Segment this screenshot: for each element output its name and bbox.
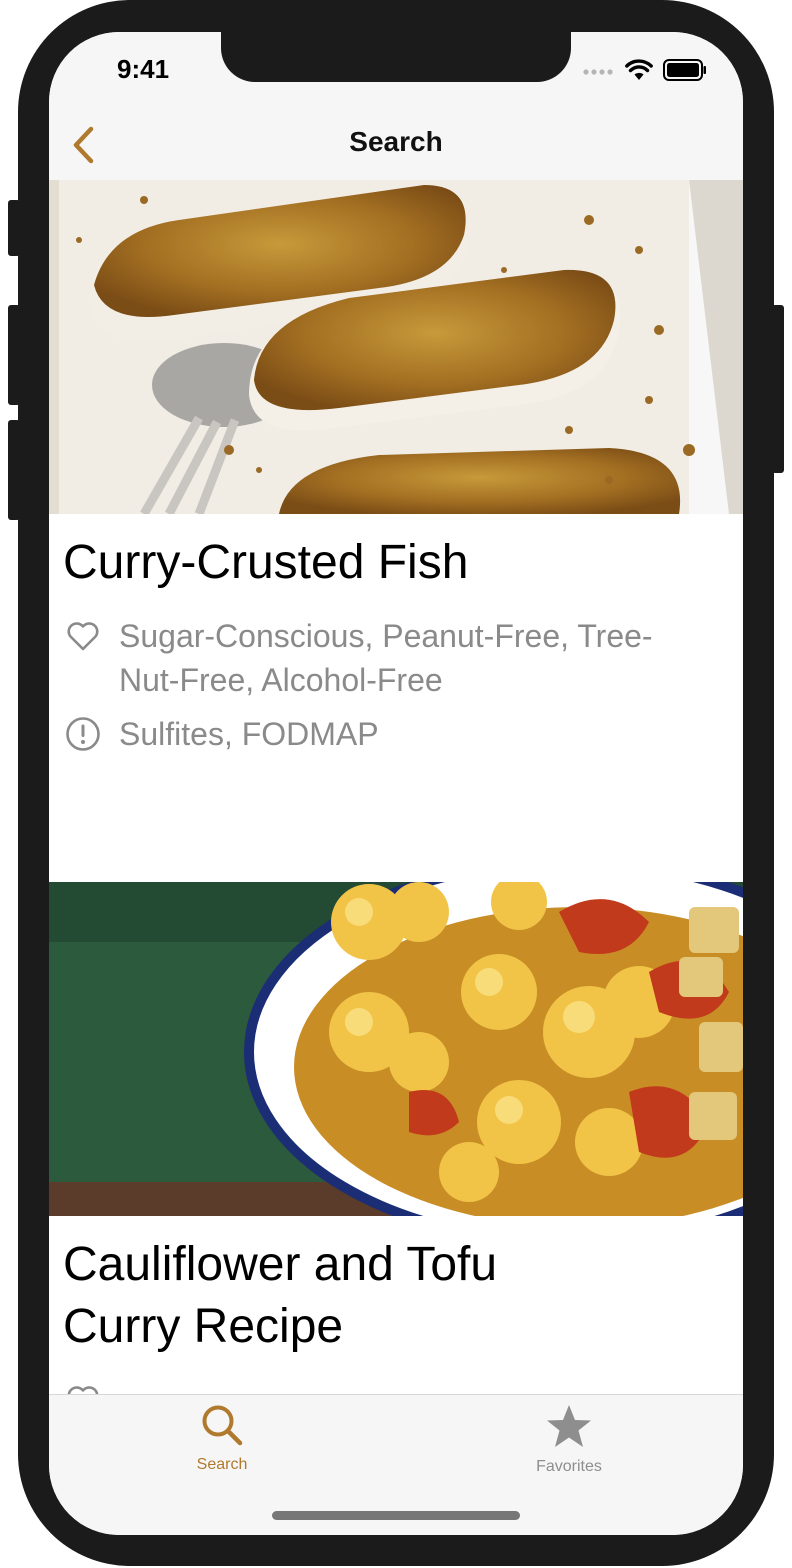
home-indicator: [272, 1511, 520, 1520]
recipe-image-cauliflower: [49, 882, 743, 1216]
cautions-text: Sulfites, FODMAP: [119, 716, 379, 752]
recipe-card[interactable]: Curry-Crusted Fish Sugar-Conscious, Pean…: [49, 180, 743, 882]
tab-search[interactable]: Search: [152, 1403, 292, 1483]
star-icon: [547, 1405, 591, 1447]
cautions-row: Sulfites, FODMAP: [49, 712, 743, 756]
recipe-list[interactable]: Curry-Crusted Fish Sugar-Conscious, Pean…: [49, 180, 743, 1418]
recipe-title: Cauliflower and Tofu Curry Recipe: [63, 1238, 498, 1353]
tab-favorites[interactable]: Favorites: [499, 1403, 639, 1483]
notch: [221, 32, 571, 82]
signal-icon: [583, 69, 613, 75]
health-labels-row: Sugar-Conscious, Peanut-Free, Tree-Nut-F…: [49, 614, 743, 702]
recipe-card[interactable]: Cauliflower and Tofu Curry Recipe: [49, 882, 743, 1418]
recipe-title: Curry-Crusted Fish: [63, 536, 469, 589]
exclamation-circle-icon: [66, 717, 100, 751]
health-labels-text: Sugar-Conscious, Peanut-Free, Tree-Nut-F…: [119, 618, 653, 698]
recipe-image-fish: [49, 180, 743, 514]
tab-search-label: Search: [196, 1456, 248, 1473]
status-time: 9:41: [117, 54, 170, 84]
heart-icon: [67, 622, 99, 651]
wifi-icon: [625, 59, 653, 80]
search-icon: [202, 1405, 243, 1446]
battery-icon: [663, 59, 706, 81]
nav-title: Search: [349, 126, 443, 157]
tab-favorites-label: Favorites: [536, 1458, 602, 1475]
status-icons: [583, 58, 707, 82]
navigation-bar: Search: [49, 112, 743, 180]
screen: 9:41 Search Curry-Crusted Fish Sugar-Con…: [49, 32, 743, 1535]
